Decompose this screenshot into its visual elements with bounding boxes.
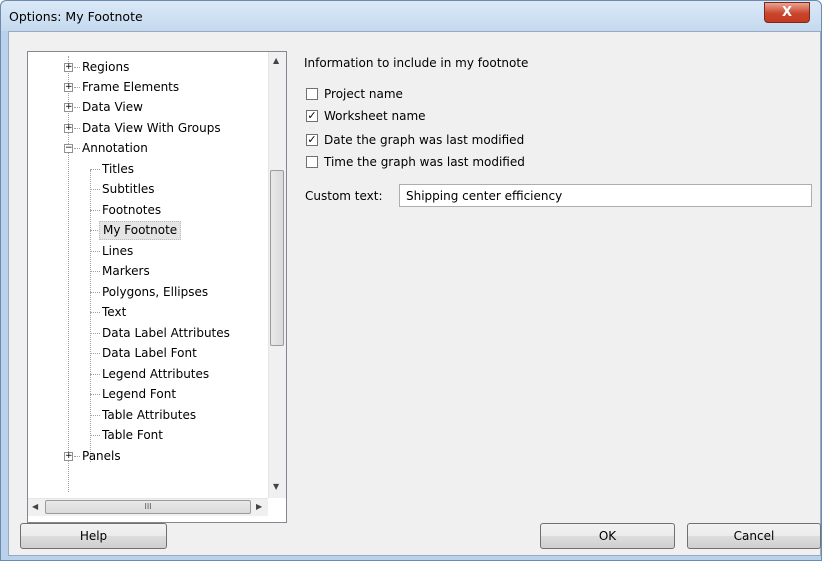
grip-icon: III	[144, 502, 152, 511]
options-tree: + Regions + Frame Elements + Data View +	[27, 51, 287, 523]
scroll-up-icon[interactable]: ▲	[273, 56, 279, 65]
tree-child-label: Footnotes	[102, 203, 162, 217]
scroll-right-icon[interactable]: ▶	[256, 502, 262, 511]
checkbox-box[interactable]	[306, 156, 318, 168]
tree-child-label: Text	[102, 305, 127, 319]
checkmark-icon[interactable]: ✓	[306, 134, 318, 146]
tree-child-label: Lines	[102, 244, 134, 258]
tree-child-label: Legend Attributes	[102, 367, 210, 381]
tree-child-label: Markers	[102, 264, 150, 278]
tree-child-label: Titles	[102, 162, 134, 176]
tree-child-label: Data Label Font	[102, 346, 197, 360]
tree-child-label: Subtitles	[102, 182, 155, 196]
tree-node-label: Annotation	[82, 141, 148, 155]
scroll-thumb[interactable]	[270, 170, 284, 346]
tree-vertical-scrollbar[interactable]: ▲ ▼	[268, 52, 286, 498]
cancel-button[interactable]: Cancel	[687, 523, 821, 549]
ok-button[interactable]: OK	[540, 523, 675, 549]
checkbox-label: Project name	[324, 87, 403, 101]
checkbox-label: Date the graph was last modified	[324, 133, 525, 147]
tree-node-label: Data View With Groups	[82, 121, 221, 135]
tree-child-label: Legend Font	[102, 387, 177, 401]
tree-items: + Regions + Frame Elements + Data View +	[28, 52, 268, 498]
checkbox-label: Worksheet name	[324, 109, 426, 123]
tree-connector	[90, 170, 91, 462]
close-button[interactable]: X	[764, 2, 810, 23]
expand-icon[interactable]: +	[64, 83, 73, 92]
tree-connector	[68, 56, 69, 492]
expand-icon[interactable]: +	[64, 124, 73, 133]
tree-node-label: Panels	[82, 449, 121, 463]
window-title: Options: My Footnote	[9, 9, 143, 24]
close-icon: X	[781, 5, 793, 20]
help-button[interactable]: Help	[20, 523, 167, 549]
scroll-down-icon[interactable]: ▼	[273, 482, 279, 491]
custom-text-input[interactable]	[399, 184, 812, 207]
tree-node-label: Regions	[82, 60, 130, 74]
tree-child-label: Polygons, Ellipses	[102, 285, 209, 299]
checkbox-box[interactable]	[306, 88, 318, 100]
section-heading: Information to include in my footnote	[304, 56, 529, 70]
expand-icon[interactable]: +	[64, 103, 73, 112]
tree-node-label: Data View	[82, 100, 143, 114]
tree-node-label: Frame Elements	[82, 80, 180, 94]
expand-icon[interactable]: +	[64, 452, 73, 461]
tree-child-label-selected: My Footnote	[99, 221, 182, 240]
custom-text-label: Custom text:	[305, 189, 383, 203]
expand-icon[interactable]: +	[64, 63, 73, 72]
scroll-thumb[interactable]: III	[45, 500, 251, 514]
collapse-icon[interactable]: −	[64, 144, 73, 153]
tree-child-label: Table Attributes	[102, 408, 197, 422]
tree-child-label: Table Font	[102, 428, 163, 442]
checkbox-label: Time the graph was last modified	[324, 155, 525, 169]
dialog-client: + Regions + Frame Elements + Data View +	[8, 31, 821, 556]
scroll-left-icon[interactable]: ◀	[32, 502, 38, 511]
title-bar[interactable]: Options: My Footnote X	[1, 1, 821, 31]
options-dialog: Options: My Footnote X + Regions + Frame…	[0, 0, 822, 561]
tree-child-label: Data Label Attributes	[102, 326, 230, 340]
checkmark-icon[interactable]: ✓	[306, 110, 318, 122]
tree-horizontal-scrollbar[interactable]: ◀ III ▶	[28, 498, 268, 516]
